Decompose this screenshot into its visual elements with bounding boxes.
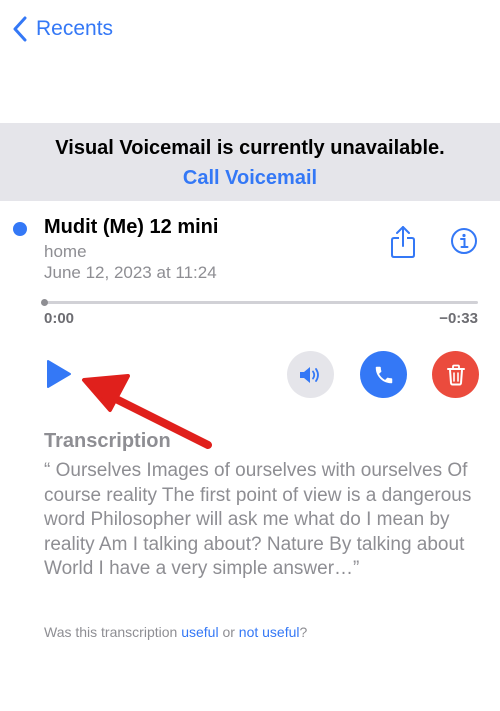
info-icon: [451, 228, 477, 254]
unavailable-banner: Visual Voicemail is currently unavailabl…: [0, 123, 500, 201]
back-label: Recents: [36, 17, 114, 40]
banner-message: Visual Voicemail is currently unavailabl…: [55, 137, 445, 159]
call-voicemail-link[interactable]: Call Voicemail: [0, 167, 500, 190]
chevron-left-icon: [8, 14, 32, 44]
transcription-text: “ Ourselves Images of ourselves with our…: [44, 460, 472, 579]
share-button[interactable]: [386, 222, 420, 262]
call-back-button[interactable]: [360, 351, 407, 398]
time-elapsed: 0:00: [44, 310, 75, 327]
not-useful-link[interactable]: not useful: [239, 624, 300, 640]
unread-indicator: [13, 222, 27, 236]
play-icon: [47, 360, 71, 388]
transcription-heading: Transcription: [44, 430, 171, 452]
caller-name: Mudit (Me) 12 mini: [44, 216, 219, 238]
caller-number-label: home: [44, 242, 87, 261]
feedback-suffix: ?: [299, 624, 308, 640]
time-remaining: −0:33: [439, 310, 478, 327]
transcription-feedback: Was this transcription useful or not use…: [44, 624, 307, 640]
phone-icon: [375, 366, 392, 383]
useful-link[interactable]: useful: [181, 624, 218, 640]
voicemail-date: June 12, 2023 at 11:24: [44, 263, 217, 282]
speaker-icon: [299, 366, 319, 383]
trash-icon: [446, 364, 465, 385]
info-button[interactable]: [449, 226, 479, 256]
delete-button[interactable]: [432, 351, 479, 398]
speaker-button[interactable]: [287, 351, 334, 398]
playback-scrubber[interactable]: [44, 301, 478, 304]
feedback-prefix: Was this transcription: [44, 624, 182, 640]
feedback-or: or: [218, 624, 239, 640]
scrubber-knob[interactable]: [41, 299, 48, 306]
share-icon: [391, 226, 415, 258]
back-button[interactable]: Recents: [8, 12, 113, 46]
